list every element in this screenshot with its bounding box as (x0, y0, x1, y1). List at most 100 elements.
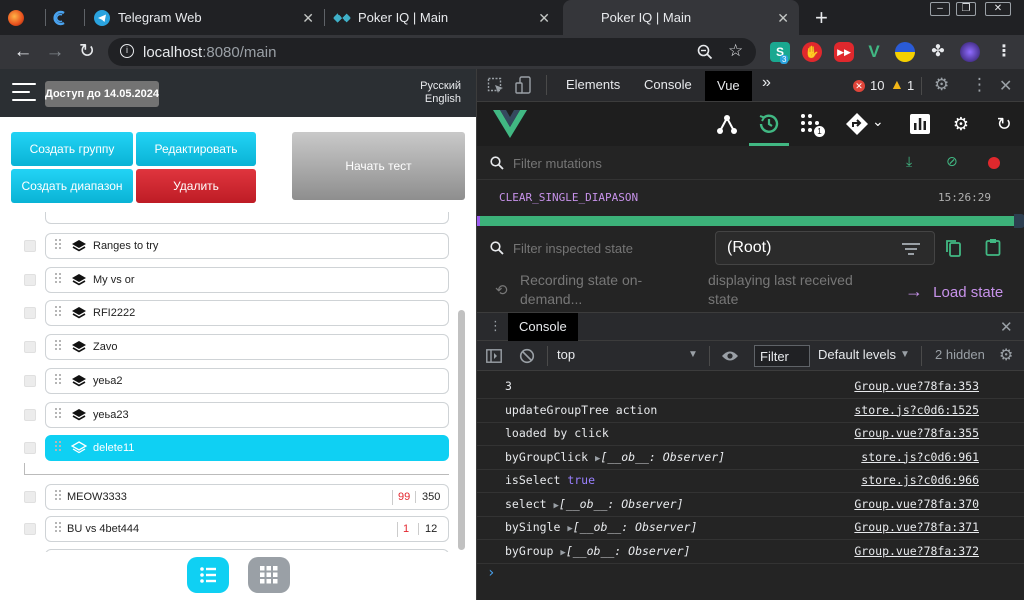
create-range-button[interactable]: Создать диапазон (11, 169, 133, 203)
close-tab-icon[interactable]: ✕ (302, 10, 314, 27)
tab-vue[interactable]: Vue (705, 71, 752, 101)
console-settings-gear-icon[interactable]: ⚙ (999, 345, 1013, 365)
address-bar[interactable]: i localhost:8080/main ☆ (108, 38, 756, 66)
console-source-link[interactable]: Group.vue?78fa:372 (854, 544, 979, 558)
tree-item-checkbox[interactable] (24, 374, 36, 387)
grid-view-button[interactable] (248, 557, 290, 593)
drag-handle-icon[interactable] (55, 373, 63, 388)
console-object-preview[interactable]: [__ob__: Observer] (600, 450, 725, 464)
vuex-history-tab[interactable] (749, 102, 789, 146)
zoom-icon[interactable] (697, 44, 713, 60)
forward-button[interactable]: → (44, 41, 66, 63)
root-select[interactable]: (Root) (715, 231, 935, 265)
list-view-button[interactable] (187, 557, 229, 593)
console-source-link[interactable]: Group.vue?78fa:370 (854, 497, 979, 511)
maximize-window-button[interactable]: ❐ (956, 2, 976, 16)
inspect-element-icon[interactable] (487, 77, 505, 95)
filter-mutations-input[interactable] (513, 153, 813, 173)
drag-handle-icon[interactable] (55, 340, 63, 354)
drawer-menu-icon[interactable]: ⋮ (489, 318, 502, 334)
record-icon[interactable] (988, 157, 1000, 169)
mutation-row[interactable]: CLEAR_SINGLE_DIAPASON 15:26:29 (477, 180, 1024, 216)
close-window-button[interactable]: ✕ (985, 2, 1011, 16)
drag-handle-icon[interactable] (55, 306, 63, 320)
site-info-icon[interactable]: i (120, 44, 134, 58)
copy-icon[interactable] (945, 239, 961, 257)
tree-item-checkbox[interactable] (24, 442, 36, 455)
device-toolbar-icon[interactable] (515, 76, 533, 96)
start-test-button[interactable]: Начать тест (292, 132, 465, 200)
browser-menu-icon[interactable]: ⋮ (994, 42, 1014, 62)
browser-tab-2[interactable] (52, 0, 84, 35)
more-tabs-icon[interactable]: » (762, 74, 771, 92)
delete-button[interactable]: Удалить (136, 169, 256, 203)
scrollbar-thumb[interactable] (458, 310, 465, 550)
hamburger-menu-icon[interactable] (12, 83, 36, 103)
devtools-menu-icon[interactable]: ⋮ (971, 75, 988, 95)
tree-item-checkbox[interactable] (24, 341, 36, 354)
console-source-link[interactable]: store.js?c0d6:961 (861, 450, 979, 464)
tree-item-checkbox[interactable] (24, 307, 36, 320)
video-extension-icon[interactable]: ▶▶ (834, 42, 854, 62)
drag-handle-icon[interactable] (55, 407, 63, 422)
tree-item[interactable]: уеьа23 (45, 401, 449, 428)
warning-count[interactable]: 1 (907, 78, 914, 93)
range-checkbox[interactable] (24, 491, 36, 503)
commit-all-icon[interactable]: ⤓ (906, 153, 912, 170)
console-object-preview[interactable]: [__ob__: Observer] (559, 497, 684, 511)
console-source-link[interactable]: Group.vue?78fa:353 (854, 379, 979, 393)
context-select[interactable]: top (557, 347, 575, 362)
revert-all-icon[interactable]: ⊘ (946, 153, 958, 170)
tab-elements[interactable]: Elements (566, 77, 620, 92)
console-prompt-input[interactable]: › (487, 565, 495, 581)
vue-devtools-extension-icon[interactable]: V (864, 42, 884, 62)
filter-state-input[interactable] (513, 238, 703, 258)
vue-settings-gear-icon[interactable]: ⚙ (949, 112, 973, 136)
create-group-button[interactable]: Создать группу (11, 132, 133, 166)
edit-button[interactable]: Редактировать (136, 132, 256, 166)
tree-item[interactable]: My vs or (45, 266, 449, 293)
drag-handle-icon[interactable] (55, 272, 63, 287)
vpn-extension-icon[interactable] (895, 42, 915, 62)
close-drawer-icon[interactable]: ✕ (1000, 318, 1013, 336)
components-tree-icon[interactable] (716, 113, 738, 135)
log-levels-dropdown-icon[interactable]: ▼ (900, 349, 910, 360)
timeline-scroll-handle[interactable] (1014, 214, 1024, 228)
browser-tab-poker-1[interactable]: Poker IQ | Main ✕ (332, 0, 560, 35)
back-button[interactable]: ← (12, 41, 34, 63)
tree-item-checkbox[interactable] (24, 408, 36, 421)
language-english[interactable]: English (425, 93, 461, 105)
console-source-link[interactable]: store.js?c0d6:1525 (854, 403, 979, 417)
bookmark-star-icon[interactable]: ☆ (728, 41, 743, 61)
close-tab-icon[interactable]: ✕ (777, 10, 789, 27)
range-item[interactable]: BU vs 4bet444 1 12 (45, 516, 449, 542)
tree-item[interactable]: RFI2222 (45, 300, 449, 327)
context-dropdown-icon[interactable]: ▼ (688, 349, 698, 360)
browser-tab-poker-active[interactable]: Poker IQ | Main ✕ (563, 0, 799, 35)
eye-icon[interactable] (721, 349, 739, 363)
tree-item-checkbox[interactable] (24, 273, 36, 286)
performance-chart-icon[interactable] (909, 113, 931, 135)
chevron-down-icon[interactable]: ⌄ (872, 113, 884, 130)
tree-item[interactable]: Ranges to try (45, 233, 449, 259)
load-state-button[interactable]: → Load state (905, 281, 1003, 302)
console-source-link[interactable]: Group.vue?78fa:371 (854, 520, 979, 534)
range-checkbox[interactable] (24, 523, 36, 535)
close-tab-icon[interactable]: ✕ (538, 10, 550, 27)
tab-console[interactable]: Console (644, 77, 692, 92)
browser-tab-telegram[interactable]: Telegram Web ✕ (94, 0, 324, 35)
drag-handle-icon[interactable] (55, 239, 63, 253)
tree-item[interactable]: уеьа2 (45, 367, 449, 394)
console-object-preview[interactable]: [__ob__: Observer] (573, 520, 698, 534)
clear-console-icon[interactable] (519, 348, 535, 364)
range-item[interactable]: MEOW3333 99 350 (45, 484, 449, 510)
minimize-window-button[interactable]: – (930, 2, 950, 16)
console-filter-input[interactable]: Filter (754, 345, 810, 367)
console-source-link[interactable]: Group.vue?78fa:355 (854, 426, 979, 440)
drag-handle-icon[interactable] (55, 522, 63, 536)
tree-item-checkbox[interactable] (24, 240, 36, 252)
drag-handle-icon[interactable] (55, 441, 63, 455)
console-source-link[interactable]: store.js?c0d6:966 (861, 473, 979, 487)
reload-button[interactable]: ↻ (76, 41, 98, 63)
settings-gear-icon[interactable]: ⚙ (934, 75, 949, 95)
